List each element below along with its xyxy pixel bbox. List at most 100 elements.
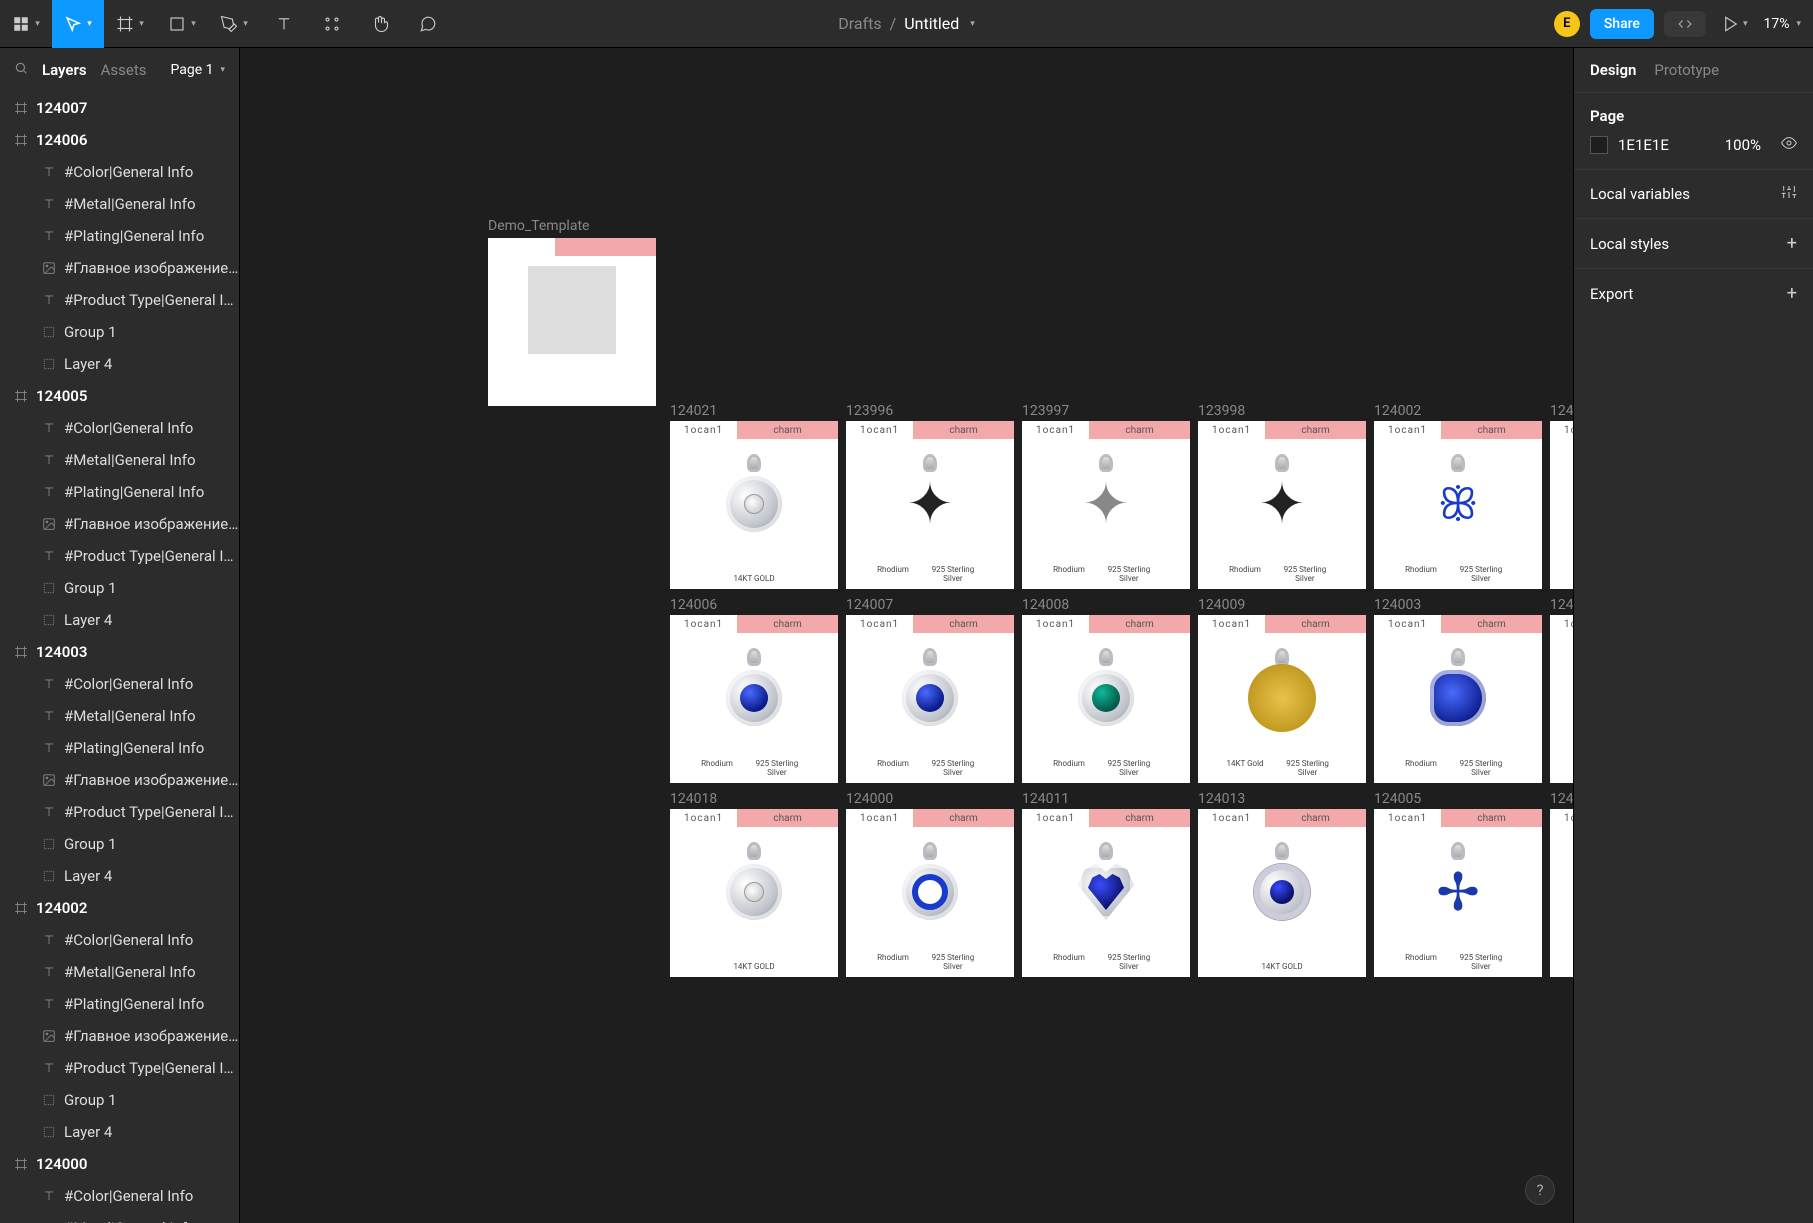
resources-button[interactable] (308, 0, 356, 48)
product-card[interactable]: 1ocan1charm14KT GOLD (670, 421, 838, 589)
frame-label[interactable]: Demo_Template (488, 218, 656, 234)
main-menu-button[interactable]: ▾ (0, 0, 52, 48)
canvas-frame[interactable]: 1240081ocan1charmRhodium925 Sterling Sil… (1022, 597, 1190, 783)
tab-assets[interactable]: Assets (101, 61, 147, 79)
bg-opacity[interactable]: 100% (1725, 136, 1761, 154)
frame-label[interactable]: 124021 (670, 403, 838, 419)
layer-row[interactable]: #Metal|General Info (0, 188, 239, 220)
layer-row[interactable]: #Metal|General Info (0, 1212, 239, 1223)
text-tool-button[interactable] (260, 0, 308, 48)
frame-label[interactable]: 123997 (1022, 403, 1190, 419)
canvas-frame[interactable]: 1239981ocan1charmRhodium925 Sterling Sil… (1198, 403, 1366, 589)
search-icon[interactable] (14, 61, 28, 79)
dev-mode-button[interactable] (1664, 11, 1706, 37)
product-card[interactable]: 1ocan1charmRhodium925 Sterling Silver (1022, 421, 1190, 589)
share-button[interactable]: Share (1590, 9, 1654, 39)
local-styles-section[interactable]: Local styles + (1574, 218, 1813, 268)
page-selector[interactable]: Page 1 ▾ (170, 62, 225, 78)
product-card[interactable]: 1ocan1charm14KT GOLD (1550, 615, 1573, 783)
product-card[interactable]: 1ocan1charmRhodium925 Sterling Silver (1198, 421, 1366, 589)
layer-row[interactable]: 124006 (0, 124, 239, 156)
layer-row[interactable]: Layer 4 (0, 348, 239, 380)
layer-row[interactable]: #Color|General Info (0, 924, 239, 956)
frame-label[interactable]: 124017 (1550, 791, 1573, 807)
frame-label[interactable]: 123996 (846, 403, 1014, 419)
canvas[interactable]: Demo_Template 124021 1ocan1charm14KT GOLD… (240, 48, 1573, 1223)
tab-design[interactable]: Design (1590, 61, 1636, 79)
pen-tool-button[interactable]: ▾ (208, 0, 260, 48)
product-card[interactable]: 1ocan1charm14KT GOLD (1550, 421, 1573, 589)
frame-label[interactable]: 124007 (846, 597, 1014, 613)
layer-row[interactable]: #Color|General Info (0, 412, 239, 444)
canvas-frame[interactable]: 124021 1ocan1charm14KT GOLD (670, 403, 838, 589)
layer-row[interactable]: 124002 (0, 892, 239, 924)
layer-row[interactable]: Group 1 (0, 316, 239, 348)
plus-icon[interactable]: + (1787, 233, 1797, 254)
demo-card[interactable] (488, 238, 656, 406)
frame-label[interactable]: 124005 (1374, 791, 1542, 807)
eye-icon[interactable] (1781, 135, 1797, 155)
settings-icon[interactable] (1781, 184, 1797, 204)
product-card[interactable]: 1ocan1charmRhodium925 Sterling Silver (1374, 421, 1542, 589)
frame-label[interactable]: 124016 (1550, 597, 1573, 613)
tab-layers[interactable]: Layers (42, 61, 87, 79)
frame-label[interactable]: 124008 (1022, 597, 1190, 613)
avatar[interactable]: E (1554, 11, 1580, 37)
frame-label[interactable]: 124000 (846, 791, 1014, 807)
layer-row[interactable]: #Главное изображение|Gen... (0, 508, 239, 540)
layer-row[interactable]: Layer 4 (0, 604, 239, 636)
color-swatch[interactable] (1590, 136, 1608, 154)
shape-tool-button[interactable]: ▾ (156, 0, 208, 48)
help-button[interactable]: ? (1525, 1175, 1555, 1205)
plus-icon[interactable]: + (1787, 283, 1797, 304)
layer-row[interactable]: 124000 (0, 1148, 239, 1180)
canvas-frame-demo[interactable]: Demo_Template (488, 218, 656, 406)
frame-label[interactable]: 124018 (670, 791, 838, 807)
product-card[interactable]: 1ocan1charm14KT Gold925 Sterling Silver (1198, 615, 1366, 783)
product-card[interactable]: 1ocan1charm14KT GOLD (1198, 809, 1366, 977)
frame-tool-button[interactable]: ▾ (104, 0, 156, 48)
canvas-frame[interactable]: 124018 1ocan1charm14KT GOLD (670, 791, 838, 977)
canvas-frame[interactable]: 124011 1ocan1charmRhodium925 Sterling Sil… (1022, 791, 1190, 977)
product-card[interactable]: 1ocan1charmRhodium925 Sterling Silver (846, 421, 1014, 589)
layer-row[interactable]: #Color|General Info (0, 668, 239, 700)
canvas-frame[interactable]: 1240151ocan1charm14KT GOLD (1550, 403, 1573, 589)
product-card[interactable]: 1ocan1charmRhodium925 Sterling Silver (846, 809, 1014, 977)
chevron-down-icon[interactable]: ▾ (970, 19, 975, 29)
layer-row[interactable]: #Color|General Info (0, 156, 239, 188)
layer-row[interactable]: #Plating|General Info (0, 476, 239, 508)
layer-row[interactable]: #Главное изображение|Gen... (0, 764, 239, 796)
canvas-frame[interactable]: 124013 1ocan1charm14KT GOLD (1198, 791, 1366, 977)
layer-row[interactable]: #Metal|General Info (0, 444, 239, 476)
frame-label[interactable]: 124006 (670, 597, 838, 613)
layer-row[interactable]: #Главное изображение|Gen... (0, 1020, 239, 1052)
layer-row[interactable]: 124007 (0, 92, 239, 124)
product-card[interactable]: 1ocan1charm14KT GOLD (670, 809, 838, 977)
layer-row[interactable]: #Metal|General Info (0, 956, 239, 988)
hand-tool-button[interactable] (356, 0, 404, 48)
background-row[interactable]: 1E1E1E 100% (1590, 135, 1797, 155)
breadcrumb-root[interactable]: Drafts (838, 14, 881, 33)
layer-row[interactable]: Group 1 (0, 1084, 239, 1116)
product-card[interactable]: 1ocan1charmRhodium925 Sterling Silver (1022, 809, 1190, 977)
product-card[interactable]: 1ocan1charmRhodium925 Sterling Silver (846, 615, 1014, 783)
layer-row[interactable]: #Metal|General Info (0, 700, 239, 732)
frame-label[interactable]: 124013 (1198, 791, 1366, 807)
present-button[interactable]: ▾ (1716, 0, 1754, 48)
canvas-frame[interactable]: 1240091ocan1charm14KT Gold925 Sterling S… (1198, 597, 1366, 783)
layer-row[interactable]: 124005 (0, 380, 239, 412)
product-card[interactable]: 1ocan1charmRhodium925 Sterling Silver (1374, 809, 1542, 977)
layer-row[interactable]: #Главное изображение|Gen... (0, 252, 239, 284)
product-card[interactable]: 1ocan1charmRhodium925 Sterling Silver (670, 615, 838, 783)
product-card[interactable]: 1ocan1charmRhodium925 Sterling Silver (1374, 615, 1542, 783)
bg-hex[interactable]: 1E1E1E (1618, 136, 1669, 154)
frame-label[interactable]: 124002 (1374, 403, 1542, 419)
tab-prototype[interactable]: Prototype (1654, 61, 1719, 79)
layer-row[interactable]: #Plating|General Info (0, 220, 239, 252)
canvas-frame[interactable]: 124003 1ocan1charmRhodium925 Sterling Sil… (1374, 597, 1542, 783)
layer-row[interactable]: #Plating|General Info (0, 988, 239, 1020)
layer-row[interactable]: #Product Type|General Info (0, 540, 239, 572)
frame-label[interactable]: 124011 (1022, 791, 1190, 807)
frame-label[interactable]: 124003 (1374, 597, 1542, 613)
product-card[interactable]: 1ocan1charm14KT GOLD (1550, 809, 1573, 977)
